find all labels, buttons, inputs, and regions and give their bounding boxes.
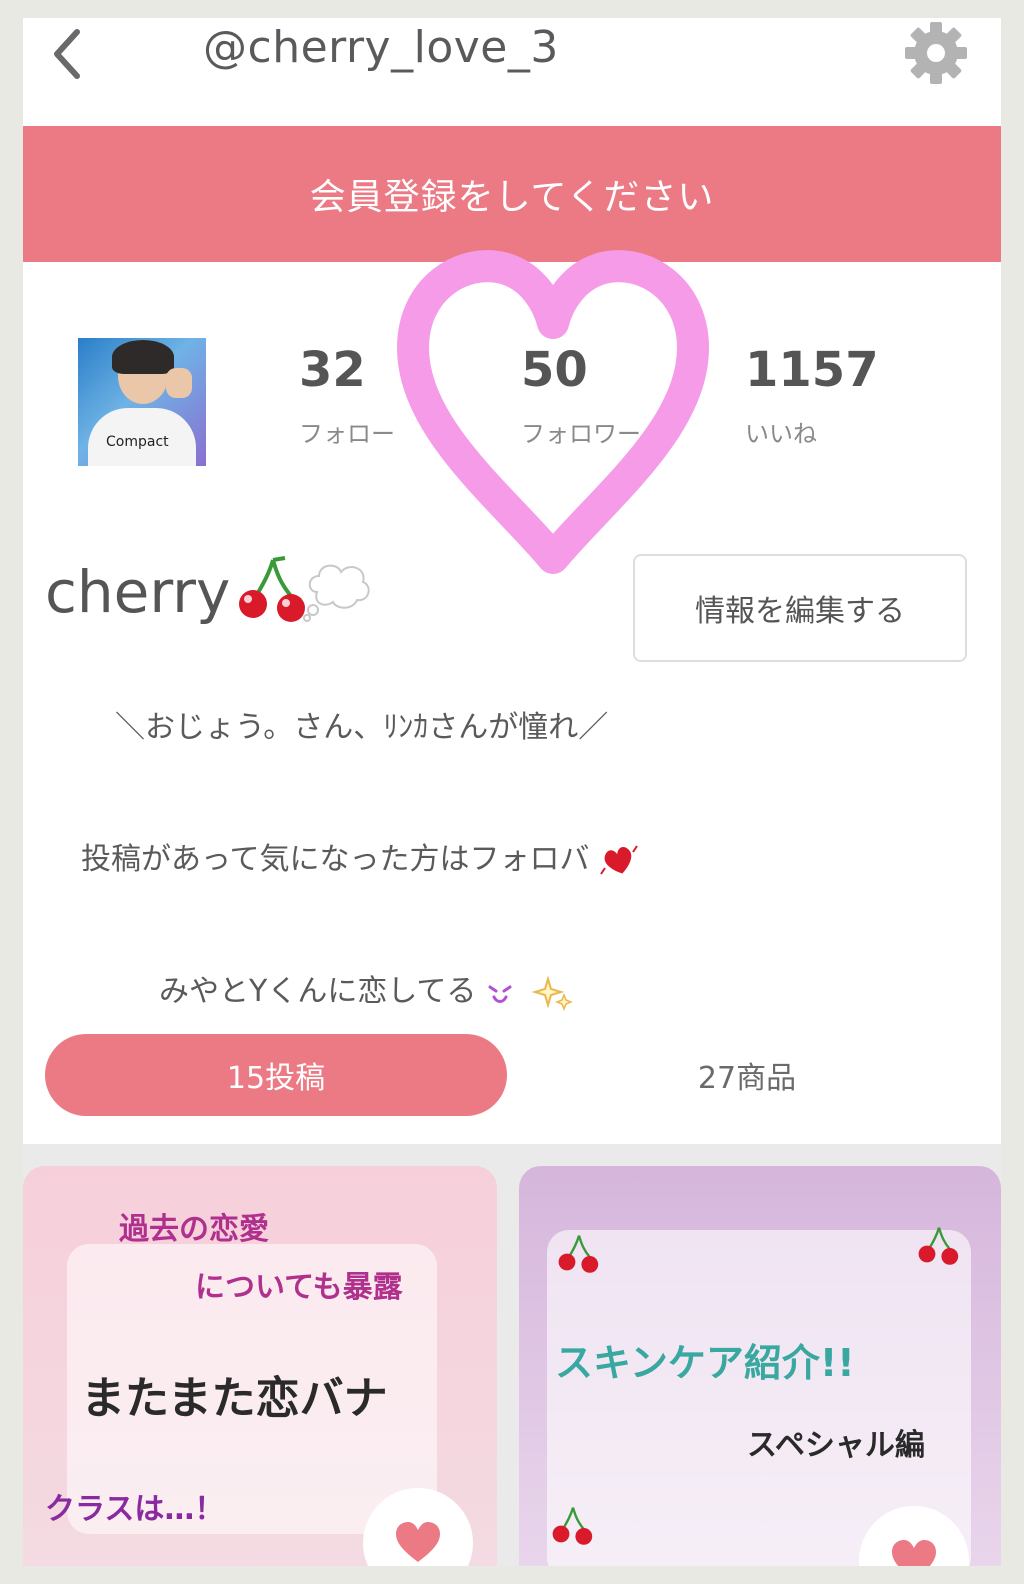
following-label: フォロー — [299, 420, 395, 448]
bio-line-1-text: ＼おじょう。さん、ﾘﾝｶさんが憧れ／ — [115, 710, 609, 745]
avatar-hand — [166, 368, 192, 398]
likes-count: 1157 — [745, 342, 879, 398]
following-count: 32 — [299, 342, 366, 398]
likes-label: いいね — [745, 420, 817, 448]
back-arrow-icon[interactable] — [39, 24, 95, 84]
tab-products[interactable]: 27商品 — [515, 1034, 979, 1116]
cherry-icon — [558, 1235, 599, 1273]
content-tabs: 15投稿 27商品 — [45, 1034, 979, 1118]
stat-likes[interactable]: 1157 いいね — [745, 346, 879, 449]
edit-profile-label: 情報を編集する — [695, 594, 905, 629]
heart-icon — [396, 1522, 440, 1562]
followers-label: フォロワー — [521, 420, 641, 448]
bio-line-3: みやとYくんに恋してる — [159, 966, 572, 1011]
card-text-line: についても暴露 — [195, 1270, 403, 1305]
post-card[interactable]: スキンケア紹介!! スペシャル編 — [519, 1166, 1001, 1566]
bio-line-1: ＼おじょう。さん、ﾘﾝｶさんが憧れ／ — [115, 702, 608, 746]
post-card[interactable]: 過去の恋愛 についても暴露 またまた恋バナ クラスは…！ — [23, 1166, 497, 1566]
top-bar: @cherry_love_3 — [23, 18, 1001, 126]
heart-icon — [892, 1540, 936, 1566]
profile-name: cherry — [45, 558, 231, 626]
cherry-icon — [239, 556, 305, 622]
edit-profile-button[interactable]: 情報を編集する — [633, 554, 967, 662]
bio-line-2-text: 投稿があって気になった方はフォロバ — [81, 842, 590, 877]
tab-products-label: 27商品 — [697, 1061, 797, 1096]
tab-posts[interactable]: 15投稿 — [45, 1034, 507, 1116]
tab-posts-label: 15投稿 — [226, 1061, 326, 1096]
card-text-line: スキンケア紹介!! — [555, 1341, 855, 1385]
bio-line-3-text: みやとYくんに恋してる — [159, 974, 477, 1009]
gear-icon[interactable] — [901, 18, 971, 88]
stat-following[interactable]: 32 フォロー — [299, 346, 395, 449]
signup-banner[interactable]: 会員登録をしてください — [23, 126, 1001, 262]
avatar[interactable]: Compact — [78, 338, 206, 466]
heart-emoji-icon — [600, 844, 638, 875]
smiling-face-icon — [488, 985, 512, 1003]
card-text-line: またまた恋バナ — [81, 1373, 388, 1424]
avatar-hair — [112, 340, 174, 374]
cherry-icon — [918, 1227, 959, 1265]
thought-bubble-icon — [303, 564, 370, 622]
card-text-line: スペシャル編 — [747, 1428, 925, 1463]
followers-count: 50 — [521, 342, 588, 398]
card-text-line: クラスは…！ — [45, 1492, 225, 1527]
stat-followers[interactable]: 50 フォロワー — [521, 346, 641, 449]
bio-line-2: 投稿があって気になった方はフォロバ — [81, 834, 639, 878]
card-text-line: 過去の恋愛 — [119, 1212, 269, 1247]
sparkles-icon — [531, 975, 572, 1011]
avatar-shirt-text: Compact — [106, 434, 169, 450]
phone-screen: @cherry_love_3 会員登録をしてください Compact 32 フォ… — [23, 18, 1001, 1566]
cherry-icon — [552, 1507, 593, 1545]
signup-banner-text: 会員登録をしてください — [309, 177, 715, 218]
username-title: @cherry_love_3 — [203, 22, 559, 73]
